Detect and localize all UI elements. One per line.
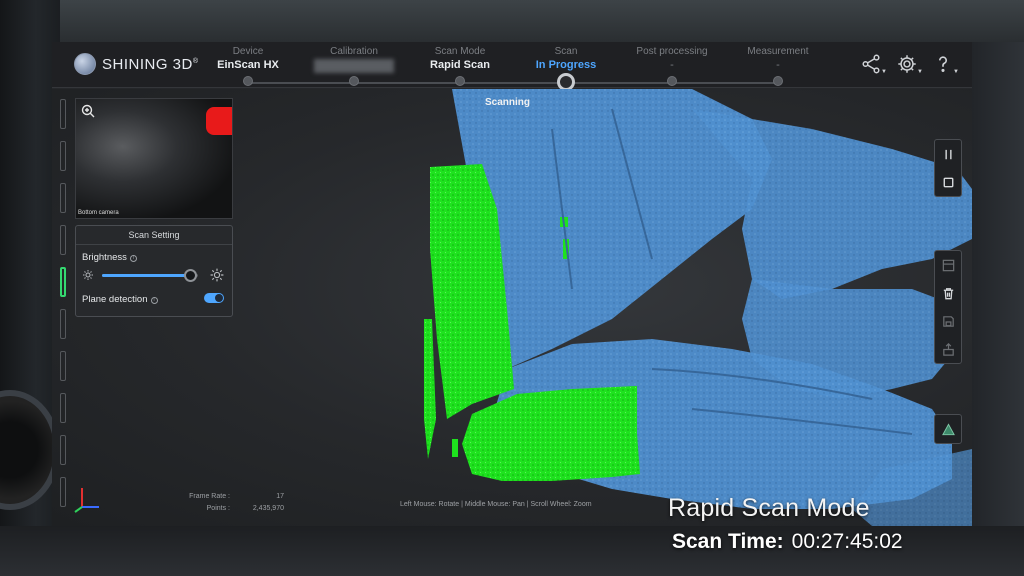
- mouse-hint: Left Mouse: Rotate | Middle Mouse: Pan |…: [400, 501, 592, 508]
- sun-bright-icon: [210, 268, 224, 282]
- rail-segment: [60, 183, 66, 213]
- scan-green-cushion: [462, 386, 640, 481]
- layout-icon[interactable]: [935, 251, 961, 279]
- slider-fill: [102, 274, 191, 277]
- left-step-rail: [60, 99, 68, 519]
- plane-detection-row: Plane detection i: [82, 294, 158, 305]
- slider-thumb[interactable]: [184, 269, 198, 282]
- brand-name: SHINING 3D®: [102, 55, 199, 73]
- step-dot: [455, 76, 465, 86]
- edit-toolbar: [934, 250, 962, 364]
- scan-setting-title: Scan Setting: [76, 226, 232, 245]
- zoom-in-icon[interactable]: [80, 103, 96, 119]
- scan-setting-panel: Scan Setting Brightness i Plane detection…: [75, 225, 233, 317]
- step-scan[interactable]: Scan In Progress: [510, 45, 622, 91]
- rail-segment: [60, 141, 66, 171]
- info-icon[interactable]: i: [129, 255, 137, 262]
- points-label: Points :: [206, 505, 230, 512]
- settings-icon[interactable]: ▼: [896, 53, 923, 75]
- stop-icon[interactable]: [935, 168, 961, 196]
- top-bar: SHINING 3D® Device EinScan HX Calibratio…: [52, 42, 972, 91]
- share-icon[interactable]: ▼: [860, 53, 887, 75]
- rail-segment-active: [60, 267, 66, 297]
- step-dot: [349, 76, 359, 86]
- video-frame: SHINING 3D® Device EinScan HX Calibratio…: [0, 0, 1024, 576]
- points-value: 2,435,970: [252, 505, 284, 512]
- brightness-label: Brightness: [82, 252, 127, 263]
- rail-segment: [60, 309, 66, 339]
- blurred-value: [314, 59, 394, 73]
- camera-label: Bottom camera: [78, 210, 119, 216]
- sun-dim-icon: [83, 270, 93, 280]
- delete-icon[interactable]: [935, 279, 961, 307]
- step-measurement[interactable]: Measurement -: [722, 45, 834, 86]
- rail-segment: [60, 351, 66, 381]
- scan-stats: Frame Rate : 17 Points : 2,435,970: [138, 491, 284, 515]
- rail-segment: [60, 225, 66, 255]
- frame-rate-value: 17: [276, 493, 284, 500]
- scan-control-toolbar: [934, 139, 962, 197]
- caption-mode: Rapid Scan Mode: [668, 494, 870, 522]
- scan-viewport[interactable]: Scanning Bottom camera Scan Setting Brig…: [52, 89, 972, 526]
- axis-gizmo: [74, 488, 99, 513]
- plane-detection-toggle[interactable]: [204, 293, 224, 303]
- car-headliner-background: [0, 0, 1024, 42]
- help-icon[interactable]: ▼: [932, 53, 959, 75]
- rail-segment: [60, 393, 66, 423]
- step-dot: [243, 76, 253, 86]
- toggle-knob: [215, 294, 223, 302]
- rail-segment: [60, 435, 66, 465]
- scanner-app-window: SHINING 3D® Device EinScan HX Calibratio…: [52, 42, 972, 526]
- plane-detection-label: Plane detection: [82, 294, 148, 305]
- caption-time: Scan Time: 00:27:45:02: [672, 530, 903, 554]
- scan-green-edge: [424, 319, 436, 459]
- step-device[interactable]: Device EinScan HX: [192, 45, 304, 86]
- pause-icon[interactable]: [935, 140, 961, 168]
- rail-segment: [60, 477, 66, 507]
- top-toolbar: ▼ ▼ ▼: [860, 53, 959, 75]
- brightness-row: Brightness i: [82, 252, 137, 263]
- step-post-processing[interactable]: Post processing -: [616, 45, 728, 86]
- step-dot: [667, 76, 677, 86]
- save-icon[interactable]: [935, 307, 961, 335]
- camera-preview[interactable]: Bottom camera: [75, 98, 233, 219]
- rail-segment: [60, 99, 66, 129]
- brand-logo-mark: [74, 53, 96, 75]
- mesh-toolbar: [934, 414, 962, 444]
- caption-time-value: 00:27:45:02: [791, 530, 903, 553]
- caption-time-label: Scan Time:: [672, 530, 784, 553]
- workflow-steps: Device EinScan HX Calibration Scan Mode …: [192, 45, 834, 91]
- slider-track[interactable]: [102, 269, 198, 282]
- car-door-background: [972, 42, 1024, 576]
- brightness-slider[interactable]: [82, 268, 228, 283]
- workflow-line: [248, 82, 776, 84]
- scan-status-label: Scanning: [485, 97, 531, 108]
- camera-red-marker: [206, 107, 232, 135]
- step-dot: [773, 76, 783, 86]
- step-scan-mode[interactable]: Scan Mode Rapid Scan: [404, 45, 516, 86]
- step-calibration[interactable]: Calibration: [298, 45, 410, 86]
- export-icon[interactable]: [935, 335, 961, 363]
- brand-logo: SHINING 3D®: [74, 53, 199, 75]
- mesh-icon[interactable]: [935, 415, 961, 443]
- frame-rate-label: Frame Rate :: [189, 493, 230, 500]
- info-icon[interactable]: i: [150, 297, 158, 304]
